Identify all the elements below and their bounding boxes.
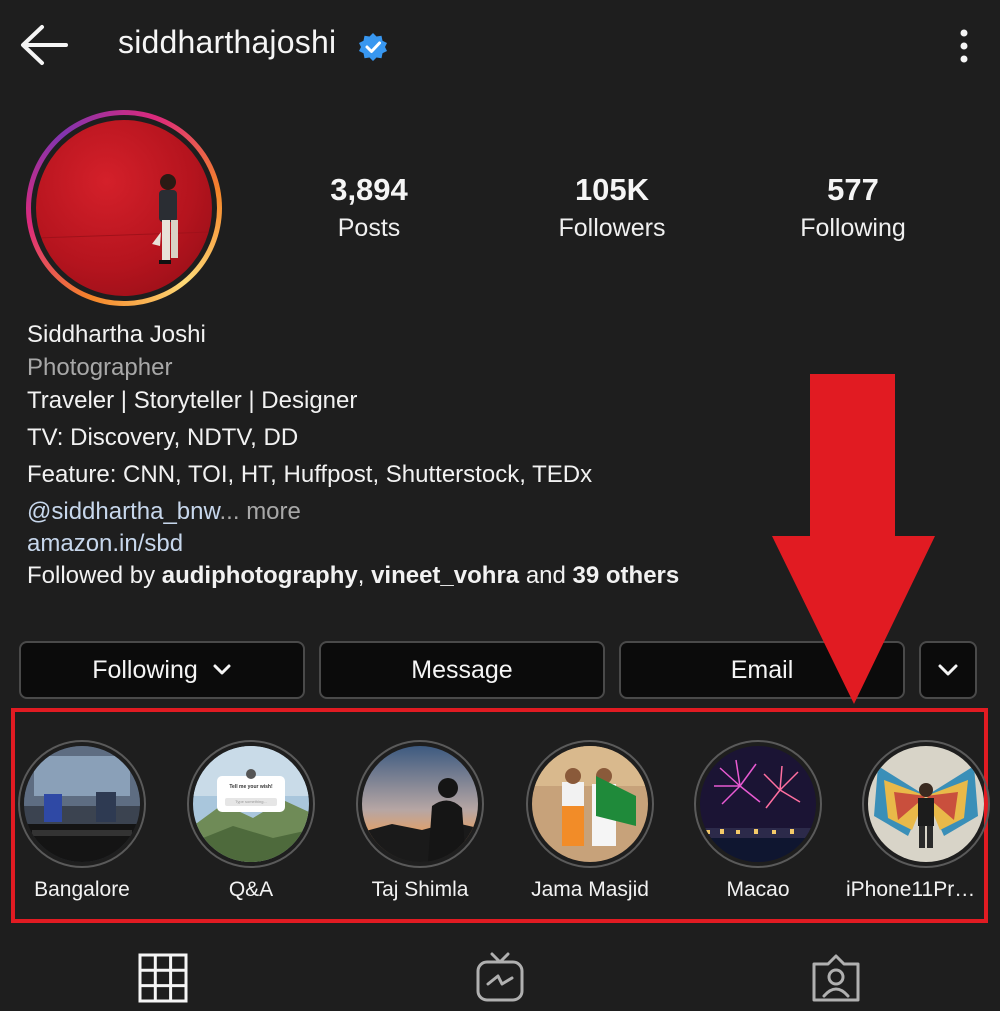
more-vertical-icon[interactable] — [950, 26, 978, 66]
highlight-taj-shimla[interactable]: Taj Shimla — [340, 740, 500, 902]
posts-count: 3,894 — [330, 172, 408, 207]
highlight-thumbnail: Tell me your wish! Type something... — [193, 746, 309, 862]
followed-user-1[interactable]: audiphotography — [162, 562, 358, 589]
chevron-down-icon — [213, 664, 231, 675]
highlight-thumbnail — [700, 746, 816, 862]
highlight-thumbnail — [532, 746, 648, 862]
verified-badge-icon — [359, 33, 387, 61]
highlight-thumbnail — [24, 746, 140, 862]
highlight-thumbnail — [362, 746, 478, 862]
highlight-jama-masjid[interactable]: Jama Masjid — [510, 740, 670, 902]
highlight-iphone11pro[interactable]: iPhone11ProM... — [846, 740, 990, 902]
bio-line-1: Traveler | Storyteller | Designer — [27, 387, 358, 414]
bio-line-3: Feature: CNN, TOI, HT, Huffpost, Shutter… — [27, 461, 593, 488]
highlight-macao[interactable]: Macao — [678, 740, 838, 902]
stat-followers[interactable]: 105K Followers — [512, 172, 712, 243]
highlight-qa[interactable]: Tell me your wish! Type something... Q&A — [171, 740, 331, 902]
highlight-label: Macao — [726, 878, 790, 901]
stat-following[interactable]: 577 Following — [753, 172, 953, 243]
qa-card-placeholder: Type something... — [235, 799, 267, 804]
followers-label: Followers — [558, 214, 666, 242]
highlight-label: Bangalore — [34, 878, 130, 901]
bio-more-link[interactable]: more — [246, 498, 301, 525]
highlight-label: iPhone11ProM... — [846, 878, 984, 901]
message-button-label: Message — [411, 655, 513, 684]
followed-and: and — [525, 562, 566, 589]
website-link[interactable]: amazon.in/sbd — [27, 530, 183, 558]
profile-full-name: Siddhartha Joshi — [27, 321, 206, 348]
following-button[interactable]: Following — [19, 641, 305, 699]
followed-prefix: Followed by — [27, 562, 156, 589]
red-arrow-annotation-icon — [772, 374, 935, 704]
qa-card-title: Tell me your wish! — [229, 784, 273, 790]
followed-others[interactable]: 39 others — [573, 562, 680, 589]
igtv-icon[interactable] — [470, 950, 530, 1006]
tagged-icon[interactable] — [806, 950, 866, 1006]
back-arrow-icon[interactable] — [18, 22, 70, 68]
bio-line-2: TV: Discovery, NDTV, DD — [27, 424, 299, 451]
following-button-label: Following — [92, 655, 198, 684]
profile-category: Photographer — [27, 354, 173, 381]
followed-comma: , — [357, 562, 365, 589]
highlight-label: Q&A — [228, 878, 274, 901]
avatar-photo — [36, 120, 212, 296]
highlight-label: Jama Masjid — [531, 878, 649, 901]
followed-user-2[interactable]: vineet_vohra — [371, 562, 519, 589]
bio-mention-row: @siddhartha_bnw... more — [27, 498, 301, 526]
grid-icon[interactable] — [133, 950, 193, 1006]
highlight-label: Taj Shimla — [371, 878, 469, 901]
following-label: Following — [800, 214, 906, 242]
following-count: 577 — [827, 172, 879, 207]
message-button[interactable]: Message — [319, 641, 605, 699]
chevron-down-icon — [938, 664, 958, 676]
highlight-thumbnail — [868, 746, 984, 862]
highlight-bangalore[interactable]: Bangalore — [2, 740, 162, 902]
bio-mention-link[interactable]: @siddhartha_bnw — [27, 498, 220, 525]
posts-label: Posts — [337, 214, 401, 242]
followed-by-text[interactable]: Followed by audiphotography, vineet_vohr… — [27, 562, 679, 590]
profile-username: siddharthajoshi — [118, 24, 337, 60]
stat-posts[interactable]: 3,894 Posts — [269, 172, 469, 243]
bio-ellipsis: ... — [219, 498, 240, 525]
followers-count: 105K — [574, 172, 650, 207]
profile-avatar[interactable] — [26, 110, 222, 306]
